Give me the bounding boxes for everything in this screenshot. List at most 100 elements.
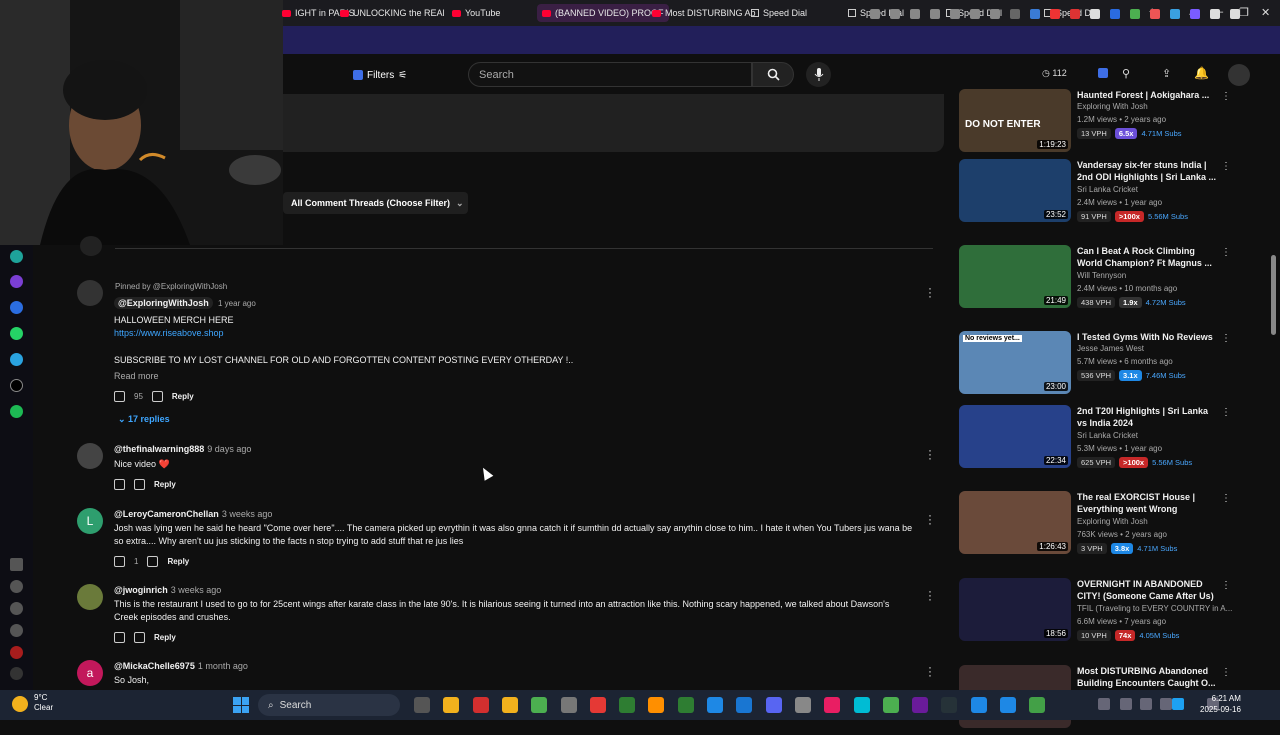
video-card[interactable]: 23:52 Vandersay six-fer stuns India | 2nd…: [959, 159, 1231, 229]
taskbar-app-icon[interactable]: [501, 697, 518, 713]
search-button[interactable]: [752, 62, 794, 87]
taskbar-app-icon[interactable]: [1029, 697, 1046, 713]
video-title[interactable]: The real EXORCIST House | Everything wen…: [1077, 491, 1217, 515]
comment-link[interactable]: https://www.riseabove.shop: [114, 327, 224, 340]
taskbar-app-icon[interactable]: [970, 697, 987, 713]
avatar[interactable]: [77, 280, 103, 306]
taskbar-app-icon[interactable]: [531, 697, 548, 713]
start-icon[interactable]: [233, 697, 249, 713]
mic-icon[interactable]: [1140, 698, 1152, 710]
voice-search-button[interactable]: [806, 62, 831, 87]
weather-widget[interactable]: 9°C Clear: [34, 693, 53, 713]
chevron-up-icon[interactable]: [1098, 698, 1110, 710]
more-options-icon[interactable]: · · ·: [928, 585, 932, 605]
taskbar-app-icon[interactable]: [560, 697, 577, 713]
toolbar-icon[interactable]: [1190, 9, 1200, 19]
browser-tab[interactable]: Speed Dial: [751, 4, 807, 22]
taskbar-app-icon[interactable]: [794, 697, 811, 713]
app-icon-2[interactable]: [10, 646, 23, 659]
channel-name[interactable]: Will Tennyson: [1077, 271, 1126, 280]
toolbar-icon[interactable]: [990, 9, 1000, 19]
toolbar-icon[interactable]: [890, 9, 900, 19]
like-icon[interactable]: [114, 632, 125, 643]
dislike-icon[interactable]: [134, 479, 145, 490]
dislike-icon[interactable]: [151, 391, 163, 402]
search-input[interactable]: Search: [468, 62, 752, 87]
playlist-icon[interactable]: [1098, 68, 1108, 78]
dislike-icon[interactable]: [147, 556, 159, 567]
taskbar-app-icon[interactable]: [736, 697, 753, 713]
video-title[interactable]: I Tested Gyms With No Reviews: [1077, 331, 1217, 343]
browser-tab[interactable]: UNLOCKING the REAl: [340, 4, 445, 22]
taskbar-app-icon[interactable]: [1000, 697, 1016, 713]
video-title[interactable]: OVERNIGHT IN ABANDONED CITY! (Someone Ca…: [1077, 578, 1217, 602]
extension-icon[interactable]: ⚲: [1122, 67, 1130, 80]
more-options-icon[interactable]: · · ·: [928, 282, 932, 302]
more-options-icon[interactable]: ⋮: [1221, 580, 1231, 591]
channel-name[interactable]: Exploring With Josh: [1077, 517, 1148, 526]
toolbar-icon[interactable]: [1170, 9, 1180, 19]
more-options-icon[interactable]: · · ·: [928, 444, 932, 464]
channel-name[interactable]: Sri Lanka Cricket: [1077, 185, 1138, 194]
dislike-icon[interactable]: [134, 632, 145, 643]
whatsapp-icon[interactable]: [10, 327, 23, 340]
comment-author[interactable]: @ExploringWithJosh: [114, 297, 213, 309]
more-options-icon[interactable]: · · ·: [928, 509, 932, 529]
more-options-icon[interactable]: ⋮: [1221, 333, 1231, 344]
twitter-icon[interactable]: [1172, 698, 1184, 710]
filters-button[interactable]: Filters ⚟: [353, 65, 421, 85]
like-icon[interactable]: [114, 556, 125, 567]
toolbar-icon[interactable]: [970, 9, 980, 19]
more-options-icon[interactable]: ⋮: [1221, 91, 1231, 102]
display-icon[interactable]: [1160, 698, 1172, 710]
restore-icon[interactable]: ❐: [1239, 6, 1249, 19]
video-card[interactable]: 22:34 2nd T20I Highlights | Sri Lanka vs …: [959, 405, 1231, 475]
video-card[interactable]: No reviews yet... 23:00 I Tested Gyms With…: [959, 331, 1231, 401]
toolbar-icon[interactable]: [1130, 9, 1140, 19]
messenger-icon[interactable]: [10, 301, 23, 314]
video-card[interactable]: 1:26:43 The real EXORCIST House | Everyth…: [959, 491, 1231, 561]
reply-button[interactable]: Reply: [172, 392, 194, 401]
comment-author[interactable]: @thefinalwarning888 9 days ago: [114, 444, 251, 454]
system-clock[interactable]: 6:21 AM 2025-09-16: [1200, 693, 1241, 715]
read-more-link[interactable]: Read more: [114, 370, 159, 383]
view-replies-button[interactable]: ⌄ 17 replies: [118, 413, 170, 426]
avatar[interactable]: [1228, 64, 1250, 86]
taskbar-app-icon[interactable]: [707, 697, 723, 713]
video-thumbnail[interactable]: DO NOT ENTER 1:19:23: [959, 89, 1071, 152]
avatar[interactable]: a: [77, 660, 103, 686]
taskbar-search[interactable]: ⌕ Search: [258, 694, 400, 716]
toolbar-icon[interactable]: [870, 9, 880, 19]
taskbar-app-icon[interactable]: [824, 697, 841, 713]
toolbar-icon[interactable]: [950, 9, 960, 19]
toolbar-icon[interactable]: [1010, 9, 1020, 19]
taskbar-app-icon[interactable]: [648, 697, 665, 713]
video-thumbnail[interactable]: No reviews yet... 23:00: [959, 331, 1071, 394]
like-icon[interactable]: [114, 391, 125, 402]
toolbar-icon[interactable]: [1050, 9, 1060, 19]
comment-author[interactable]: @jwoginrich 3 weeks ago: [114, 585, 221, 595]
toolbar-icon[interactable]: [1210, 9, 1220, 19]
upload-icon[interactable]: ⇪: [1162, 67, 1171, 80]
spotify-icon[interactable]: [10, 405, 23, 418]
channel-name[interactable]: TFIL (Traveling to EVERY COUNTRY in A...: [1077, 604, 1232, 613]
browser-tab[interactable]: (BANNED VIDEO) PROOF: [537, 4, 669, 22]
app-icon[interactable]: [10, 275, 23, 288]
channel-name[interactable]: Sri Lanka Cricket: [1077, 431, 1138, 440]
channel-name[interactable]: Exploring With Josh: [1077, 102, 1148, 111]
video-thumbnail[interactable]: 18:56: [959, 578, 1071, 641]
taskbar-app-icon[interactable]: [414, 697, 430, 713]
more-options-icon[interactable]: ⋮: [1221, 161, 1231, 172]
taskbar-app-icon[interactable]: [941, 697, 958, 713]
channel-name[interactable]: Jesse James West: [1077, 344, 1144, 353]
toolbar-icon[interactable]: [1070, 9, 1080, 19]
video-title[interactable]: Haunted Forest | Aokigahara ...: [1077, 89, 1217, 101]
telegram-icon[interactable]: [10, 353, 23, 366]
taskbar-app-icon[interactable]: [882, 697, 899, 713]
taskbar-app-icon[interactable]: [619, 697, 636, 713]
video-card[interactable]: DO NOT ENTER 1:19:23 Haunted Forest | Aoki…: [959, 89, 1231, 159]
more-icon[interactable]: [10, 667, 23, 680]
taskbar-app-icon[interactable]: [443, 697, 460, 713]
chatgpt-icon[interactable]: [10, 250, 23, 263]
video-title[interactable]: Most DISTURBING Abandoned Building Encou…: [1077, 665, 1217, 689]
